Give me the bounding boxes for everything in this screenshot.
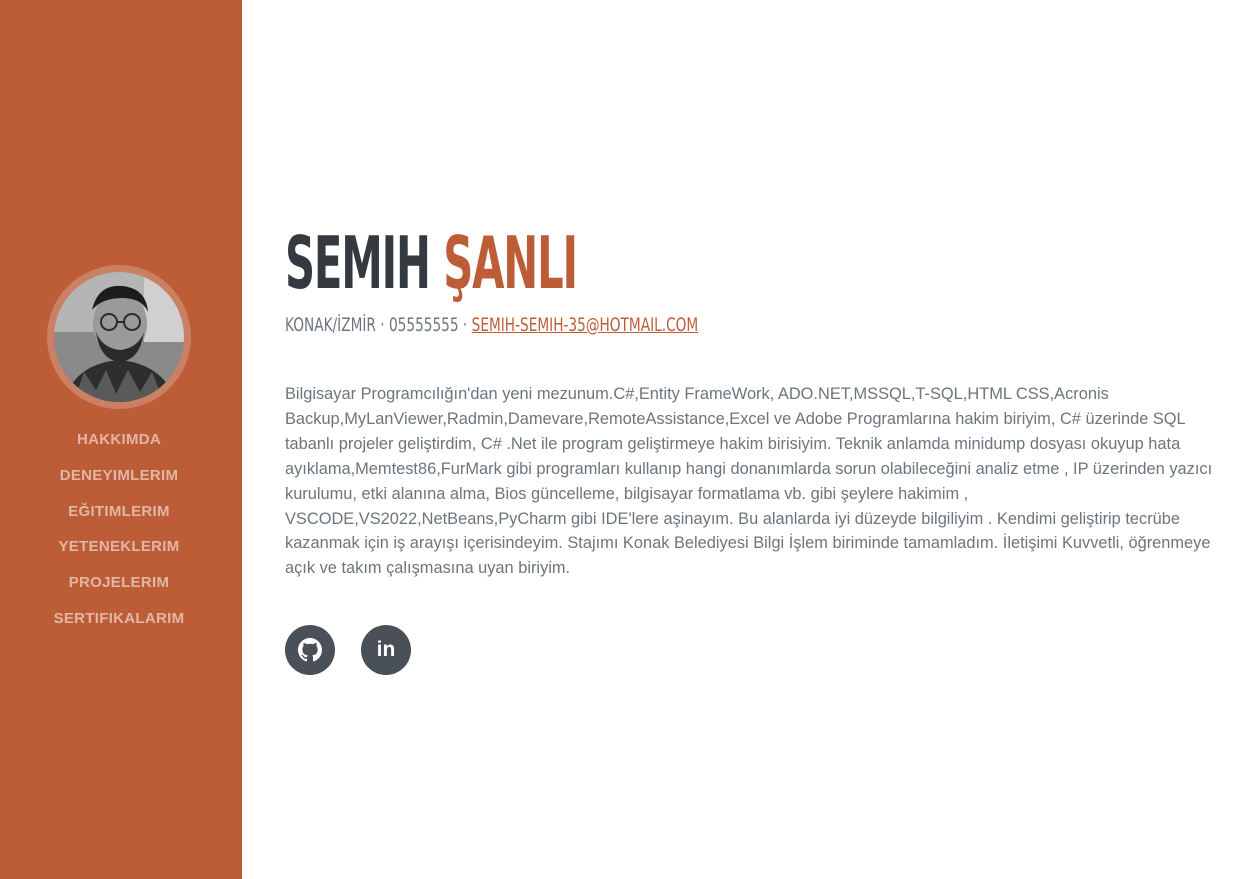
nav-link-deneyimlerim[interactable]: DENEYIMLERIM	[60, 467, 179, 484]
nav-item-deneyimlerim: DENEYIMLERIM	[0, 458, 238, 494]
github-icon	[298, 638, 322, 662]
first-name: SEMIH	[285, 221, 431, 305]
nav-link-egitimlerim[interactable]: EĞITIMLERIM	[68, 503, 170, 520]
profile-photo	[54, 272, 184, 402]
about-description: Bilgisayar Programcılığın'dan yeni mezun…	[285, 385, 1213, 578]
nav-link-hakkimda[interactable]: HAKKIMDA	[77, 431, 161, 448]
sidebar: HAKKIMDA DENEYIMLERIM EĞITIMLERIM YETENE…	[0, 0, 242, 879]
nav-item-egitimlerim: EĞITIMLERIM	[0, 494, 238, 530]
contact-line: KONAK/İZMİR · 05555555 · SEMIH-SEMIH-35@…	[285, 312, 698, 338]
github-button[interactable]	[285, 625, 335, 675]
avatar	[54, 272, 184, 402]
nav-link-sertifikalarim[interactable]: SERTIFIKALARIM	[54, 610, 185, 627]
location-phone: KONAK/İZMİR · 05555555 ·	[285, 314, 472, 336]
page-title: SEMIH ŞANLI	[285, 218, 578, 308]
nav-item-hakkimda: HAKKIMDA	[0, 422, 238, 458]
sidebar-nav: HAKKIMDA DENEYIMLERIM EĞITIMLERIM YETENE…	[0, 422, 238, 637]
nav-item-sertifikalarim: SERTIFIKALARIM	[0, 601, 238, 637]
nav-item-projelerim: PROJELERIM	[0, 565, 238, 601]
linkedin-button[interactable]: in	[361, 625, 411, 675]
email-link[interactable]: SEMIH-SEMIH-35@HOTMAIL.COM	[472, 314, 699, 336]
nav-link-projelerim[interactable]: PROJELERIM	[69, 574, 170, 591]
linkedin-icon: in	[376, 638, 396, 661]
nav-link-yeteneklerim[interactable]: YETENEKLERIM	[58, 538, 179, 555]
nav-item-yeteneklerim: YETENEKLERIM	[0, 529, 238, 565]
last-name: ŞANLI	[443, 221, 578, 305]
avatar-frame	[47, 265, 191, 409]
